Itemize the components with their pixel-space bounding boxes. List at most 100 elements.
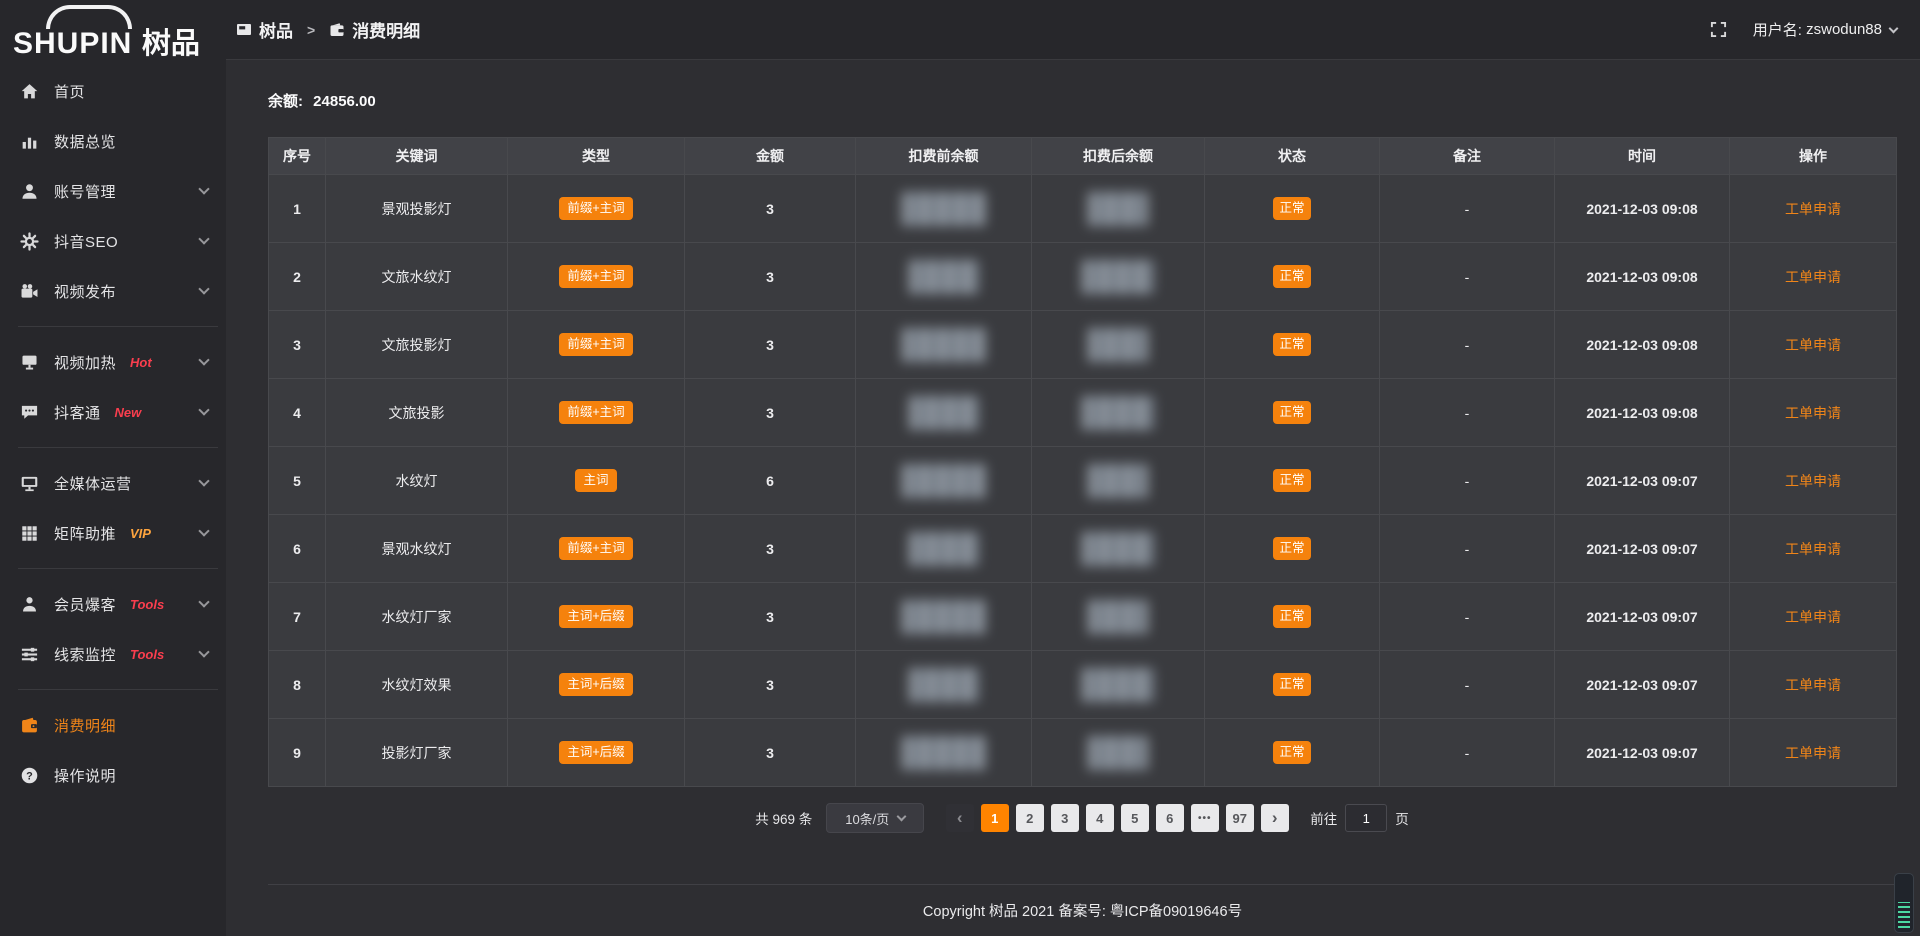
table-row: 1 景观投影灯 前缀+主词 3 正常 - 2021-12-03 09:08 工单…: [269, 175, 1897, 243]
cell-amount: 3: [685, 651, 856, 719]
goto-label: 前往: [1310, 808, 1337, 828]
col-header-status: 状态: [1205, 138, 1380, 175]
cell-no: 9: [269, 719, 326, 787]
sidebar-item-label: 首页: [54, 81, 85, 102]
work-order-link[interactable]: 工单申请: [1785, 609, 1841, 625]
consumption-table: 序号 关键词 类型 金额 扣费前余额 扣费后余额 状态 备注 时间 操作 1: [268, 137, 1897, 787]
sidebar-item-label: 全媒体运营: [54, 473, 132, 494]
sidebar-item-video-publish[interactable]: 视频发布: [0, 266, 226, 316]
cell-balance-before: [856, 515, 1032, 583]
work-order-link[interactable]: 工单申请: [1785, 337, 1841, 353]
brand-logo[interactable]: SHUPIN 树品: [0, 0, 226, 64]
page-size-value: 10条/页: [845, 809, 889, 828]
topbar: 树品 > 消费明细 用户名: zswodun88: [226, 0, 1920, 60]
breadcrumb-current[interactable]: 消费明细: [329, 17, 420, 42]
cell-type: 前缀+主词: [508, 175, 685, 243]
redacted-value: [902, 328, 986, 362]
cell-status: 正常: [1205, 379, 1380, 447]
more-pages-button[interactable]: •••: [1191, 804, 1219, 832]
page-button-1[interactable]: 1: [981, 804, 1009, 832]
col-header-time: 时间: [1555, 138, 1730, 175]
cell-keyword: 水纹灯效果: [326, 651, 508, 719]
cell-status: 正常: [1205, 447, 1380, 515]
work-order-link[interactable]: 工单申请: [1785, 201, 1841, 217]
app-root: SHUPIN 树品 首页 数据总览 账号管理 抖音SEO: [0, 0, 1920, 936]
cell-no: 1: [269, 175, 326, 243]
col-header-type: 类型: [508, 138, 685, 175]
cell-keyword: 水纹灯厂家: [326, 583, 508, 651]
pagination: 共 969 条 10条/页 ‹ 1 2 3 4 5 6 ••• 97 › 前往 …: [268, 803, 1896, 833]
work-order-link[interactable]: 工单申请: [1785, 745, 1841, 761]
next-page-button[interactable]: ›: [1261, 804, 1289, 832]
breadcrumb-separator: >: [307, 22, 315, 38]
prev-page-button[interactable]: ‹: [946, 804, 974, 832]
work-order-link[interactable]: 工单申请: [1785, 541, 1841, 557]
sidebar-item-data-overview[interactable]: 数据总览: [0, 116, 226, 166]
cell-keyword: 景观水纹灯: [326, 515, 508, 583]
page-button-3[interactable]: 3: [1051, 804, 1079, 832]
cell-balance-after: [1032, 243, 1205, 311]
sidebar-item-video-heat[interactable]: 视频加热 Hot: [0, 337, 226, 387]
tools-badge: Tools: [130, 597, 164, 612]
work-order-link[interactable]: 工单申请: [1785, 269, 1841, 285]
sidebar-item-instructions[interactable]: ? 操作说明: [0, 750, 226, 800]
fullscreen-icon[interactable]: [1710, 21, 1727, 38]
cell-amount: 3: [685, 175, 856, 243]
cell-action: 工单申请: [1730, 311, 1897, 379]
sidebar-divider: [18, 689, 218, 690]
chevron-down-icon: [198, 354, 209, 365]
cell-amount: 3: [685, 379, 856, 447]
cell-action: 工单申请: [1730, 515, 1897, 583]
chevron-down-icon: [198, 596, 209, 607]
page-button-4[interactable]: 4: [1086, 804, 1114, 832]
type-badge: 前缀+主词: [559, 265, 632, 288]
goto-page-input[interactable]: [1345, 804, 1387, 832]
sidebar-item-label: 账号管理: [54, 181, 116, 202]
status-badge: 正常: [1273, 401, 1310, 424]
page-size-select[interactable]: 10条/页: [826, 803, 924, 833]
type-badge: 主词+后缀: [559, 741, 632, 764]
sidebar-item-omnimedia[interactable]: 全媒体运营: [0, 458, 226, 508]
breadcrumb-root[interactable]: 树品: [236, 17, 293, 42]
work-order-link[interactable]: 工单申请: [1785, 473, 1841, 489]
hot-badge: Hot: [130, 355, 152, 370]
redacted-value: [909, 668, 979, 702]
page-button-5[interactable]: 5: [1121, 804, 1149, 832]
goto-page: 前往 页: [1310, 804, 1409, 832]
cell-balance-before: [856, 719, 1032, 787]
redacted-value: [1088, 464, 1148, 498]
work-order-link[interactable]: 工单申请: [1785, 405, 1841, 421]
sidebar-divider: [18, 568, 218, 569]
panel-icon: [236, 22, 252, 38]
page-button-6[interactable]: 6: [1156, 804, 1184, 832]
cell-status: 正常: [1205, 583, 1380, 651]
cell-balance-before: [856, 447, 1032, 515]
user-dropdown[interactable]: 用户名: zswodun88: [1753, 19, 1897, 40]
cell-type: 主词: [508, 447, 685, 515]
sidebar-item-home[interactable]: 首页: [0, 66, 226, 116]
cell-time: 2021-12-03 09:08: [1555, 243, 1730, 311]
sidebar-divider: [18, 447, 218, 448]
sidebar-item-lead-monitor[interactable]: 线索监控 Tools: [0, 629, 226, 679]
cell-remark: -: [1380, 379, 1555, 447]
sidebar-item-consumption-detail[interactable]: 消费明细: [0, 700, 226, 750]
sidebar-item-account-mgmt[interactable]: 账号管理: [0, 166, 226, 216]
browser-widget[interactable]: [1894, 873, 1914, 933]
type-badge: 主词+后缀: [559, 605, 632, 628]
member-icon: [20, 595, 39, 614]
work-order-link[interactable]: 工单申请: [1785, 677, 1841, 693]
sidebar-item-matrix-boost[interactable]: 矩阵助推 VIP: [0, 508, 226, 558]
page-button-2[interactable]: 2: [1016, 804, 1044, 832]
cell-balance-after: [1032, 311, 1205, 379]
page-button-97[interactable]: 97: [1226, 804, 1254, 832]
sidebar-item-douyin-seo[interactable]: 抖音SEO: [0, 216, 226, 266]
sidebar-item-douketong[interactable]: 抖客通 New: [0, 387, 226, 437]
redacted-value: [909, 260, 979, 294]
cell-action: 工单申请: [1730, 175, 1897, 243]
redacted-value: [1082, 532, 1154, 566]
cell-time: 2021-12-03 09:08: [1555, 379, 1730, 447]
sidebar-item-member-burst[interactable]: 会员爆客 Tools: [0, 579, 226, 629]
breadcrumb-current-label: 消费明细: [352, 17, 420, 42]
goto-suffix: 页: [1395, 808, 1409, 828]
cell-keyword: 文旅投影灯: [326, 311, 508, 379]
